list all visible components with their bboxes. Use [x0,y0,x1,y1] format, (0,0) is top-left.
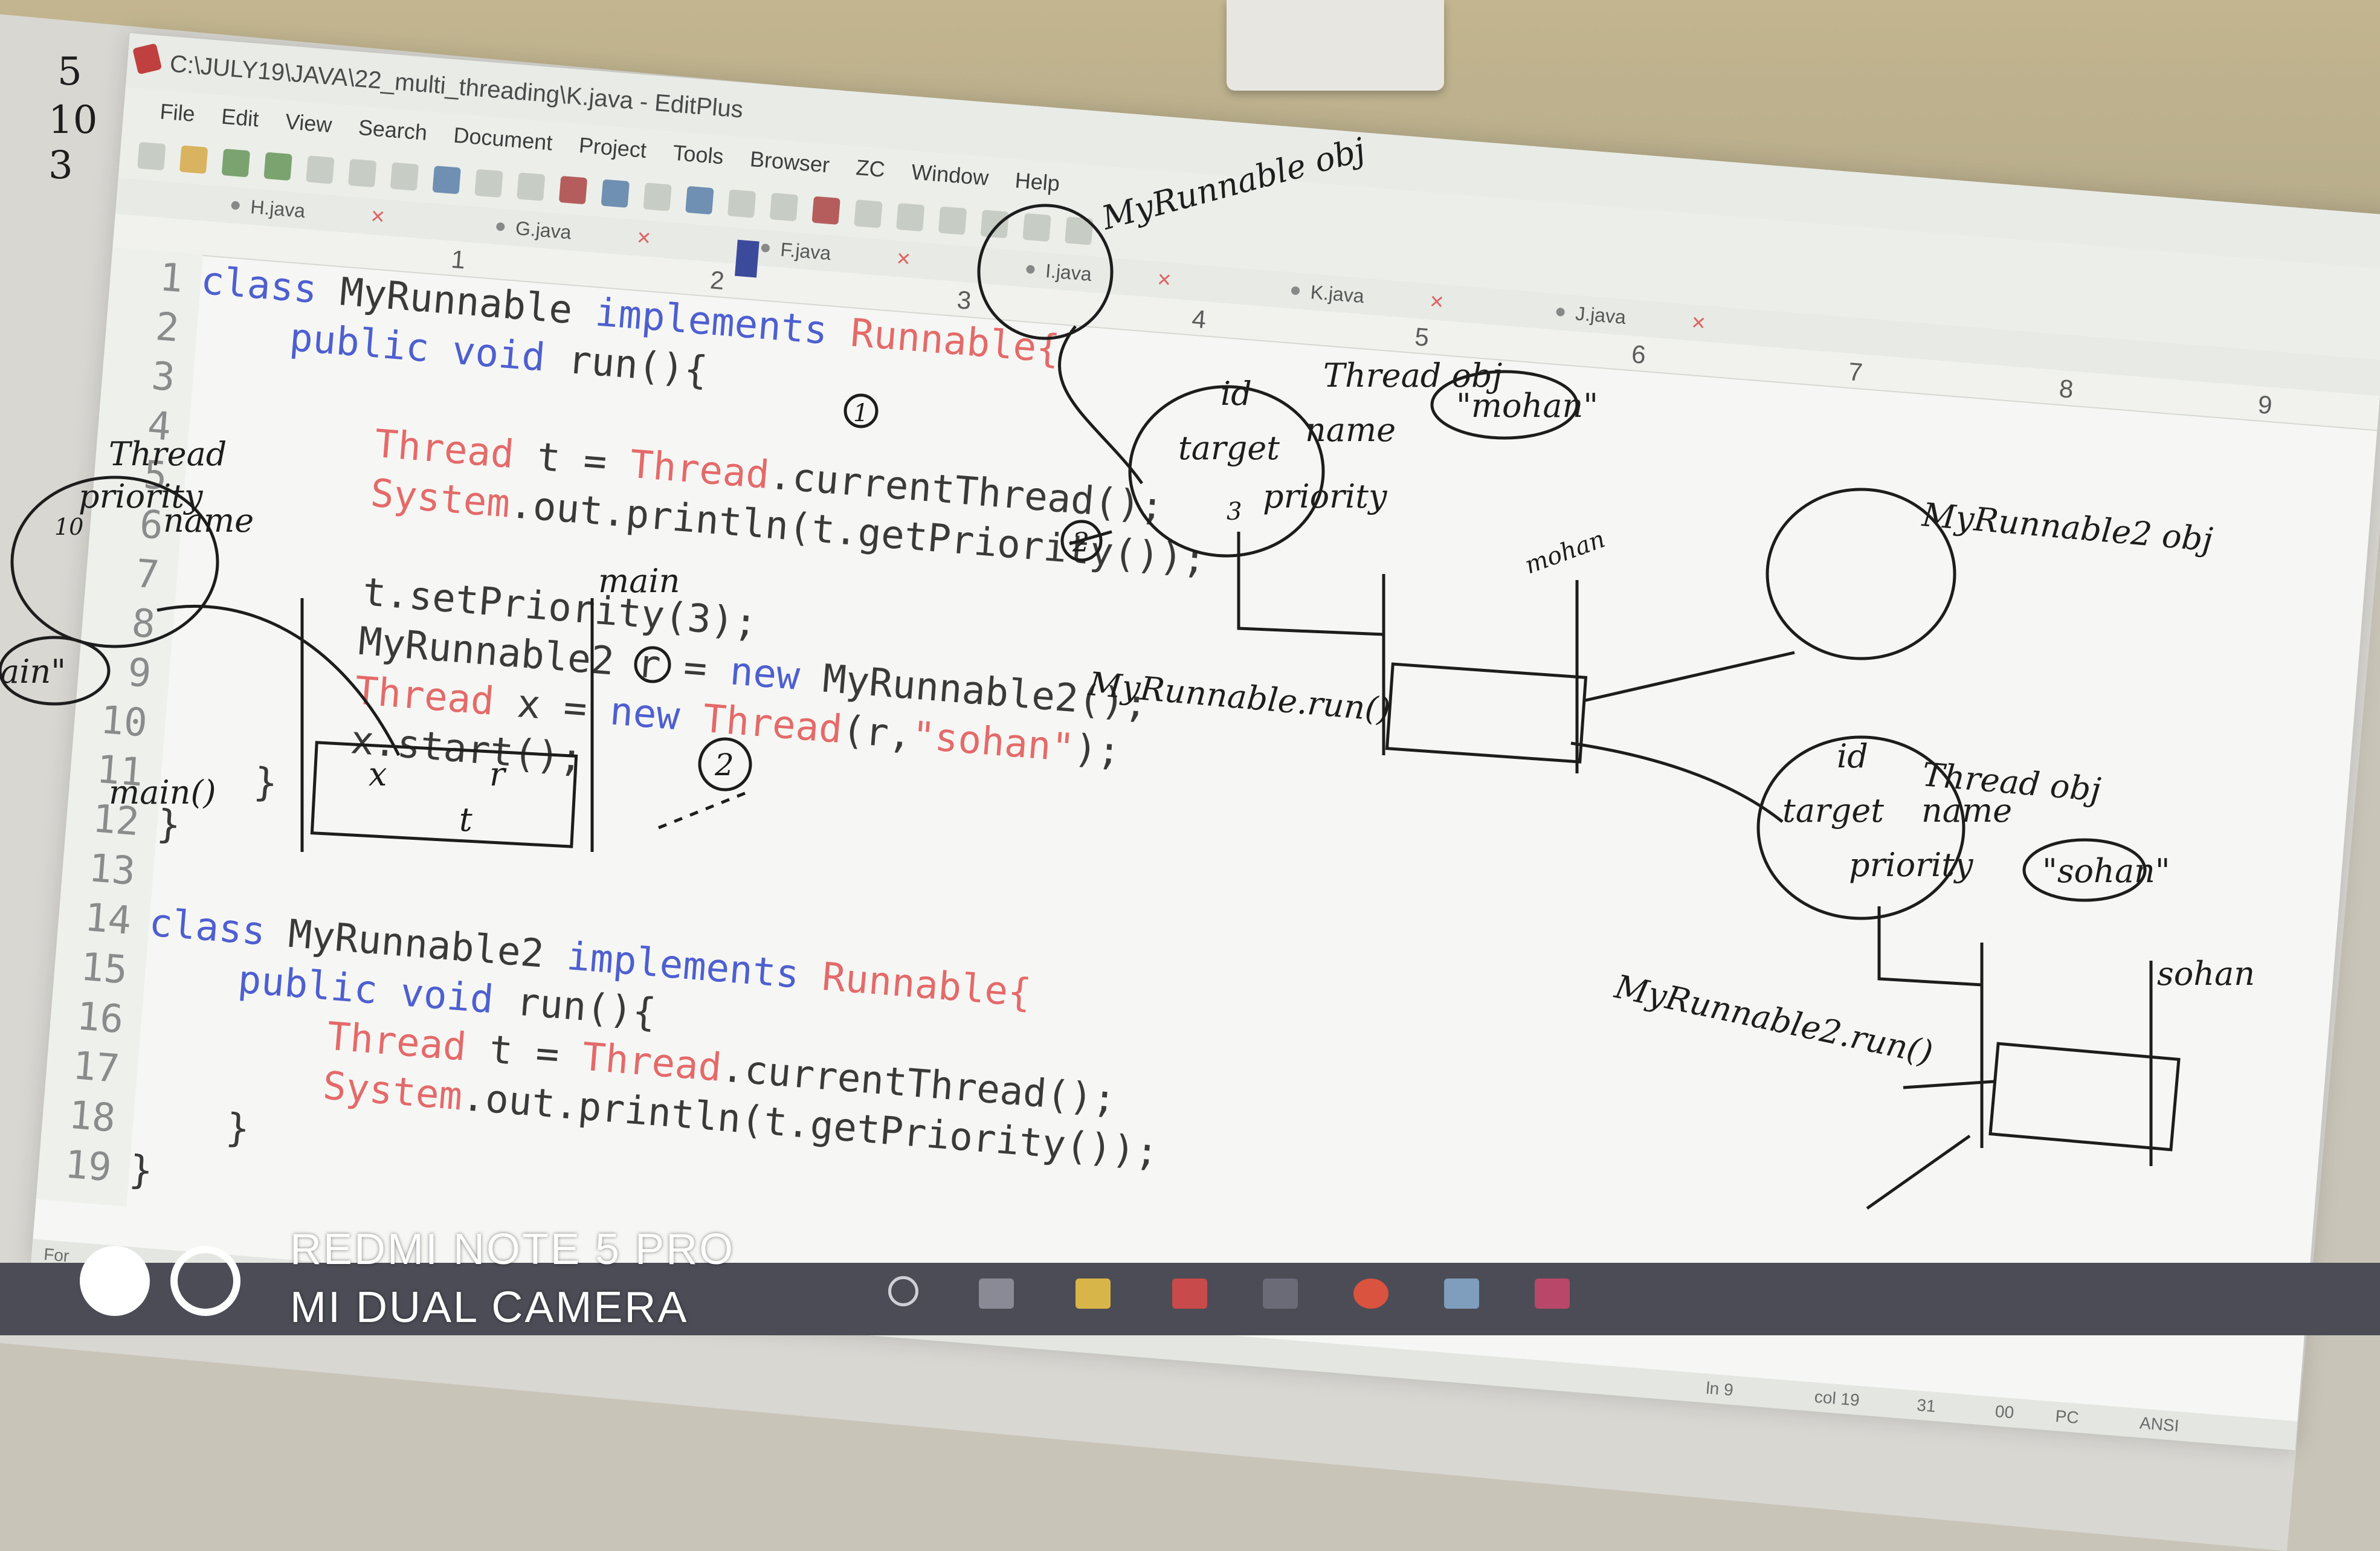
note-myrunnable2-run: MyRunnable2.run() [1611,967,1936,1072]
main-stack-frame [310,741,578,848]
watermark-line2: MI DUAL CAMERA [290,1283,689,1332]
status-eol: PC [2054,1406,2080,1428]
status-code: 00 [1994,1401,2015,1422]
note-thread-left: Thread [109,435,227,473]
arrow-priority-to-mohan-stack [1237,532,1384,636]
note-name-left: name [163,501,254,540]
note-x: x [369,755,387,793]
note-target-top: target [1178,429,1280,467]
note-target-bottom: target [1782,792,1884,830]
note-main-quoted: ain" [0,653,66,691]
note-sohan-stack: sohan [2157,955,2255,993]
watermark-line1: REDMI NOTE 5 PRO [290,1225,735,1274]
arrow-x-to-thread [1570,741,1784,823]
myrunnable-object-circle [977,204,1114,340]
status-count: 31 [1916,1395,1937,1416]
myrunnable-run-frame [1385,662,1588,764]
note-circle-2: 2 [714,747,734,782]
dashed-arrow-t [658,790,750,830]
note-priority-bottom: priority [1849,846,1974,884]
note-mohan-stack: mohan [1521,525,1609,579]
margin-number: 3 [48,143,73,188]
note-ten: 10 [54,514,83,540]
status-column: col 19 [1813,1387,1860,1410]
status-encoding: ANSI [2139,1413,2180,1436]
watermark-dot-filled [80,1246,150,1316]
camera-watermark: REDMI NOTE 5 PRO MI DUAL CAMERA [290,1220,735,1337]
handwritten-annotations: 5 10 3 MyRunnable obj Thread obj "mohan"… [0,50,2255,1210]
note-name-bottom: name [1921,792,2012,830]
note-priority-top: priority [1263,477,1388,515]
note-sohan: "sohan" [2042,852,2170,890]
note-myrunnable-obj: MyRunnable obj [1097,131,1369,237]
circle-marker-1-lower [634,646,671,683]
note-circle-2-top: 2 [1072,527,1089,558]
note-r: r [489,755,507,793]
camera-watermark-logo [80,1246,240,1316]
arrow-r-to-myrunnable2 [1582,651,1795,703]
note-circle-3: 3 [1227,498,1242,526]
note-main-call: main() [109,773,216,811]
note-id-bottom: id [1837,737,1868,775]
arrow-thread-to-x [156,604,401,756]
note-mohan: "mohan" [1456,387,1598,425]
margin-number: 10 [48,98,97,143]
note-t: t [459,801,472,839]
note-main-stack: main [598,562,680,600]
note-name-top: name [1305,411,1396,449]
watermark-dot-ring [170,1246,240,1316]
arrow-priority-to-stack [1877,906,1982,987]
note-circle-1: 1 [853,399,868,427]
note-myrunnable2-obj: MyRunnable2 obj [1920,495,2214,559]
margin-number: 5 [57,50,82,94]
note-myrunnable-run: MyRunnable.run() [1086,665,1392,729]
note-id-top: id [1221,375,1252,413]
main-stack-lines [300,598,594,852]
arrow-to-run-frame [1866,1134,1971,1210]
status-line: ln 9 [1705,1378,1734,1400]
